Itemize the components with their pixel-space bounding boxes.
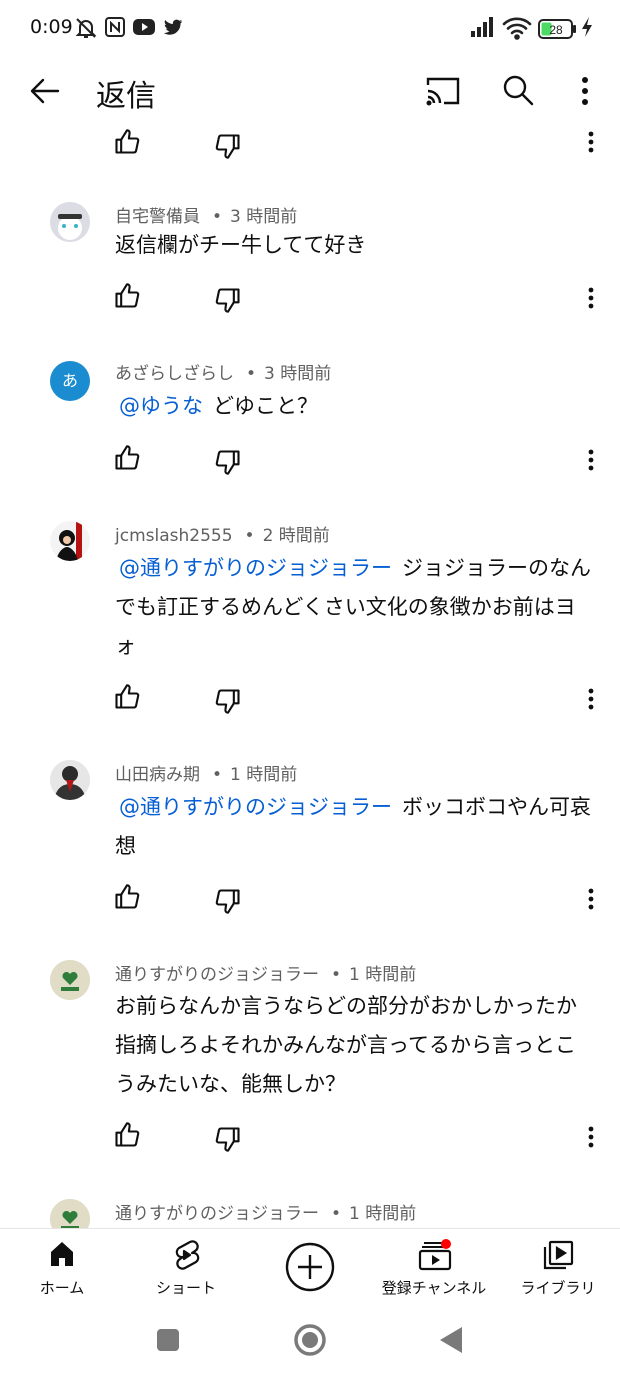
- dislike-button[interactable]: [214, 448, 242, 476]
- charging-icon: [580, 16, 594, 42]
- avatar[interactable]: [50, 1199, 90, 1228]
- cast-icon[interactable]: [424, 72, 462, 110]
- comment-body: どゆこと？: [213, 394, 318, 418]
- home-icon: [47, 1239, 77, 1273]
- comment-more-icon[interactable]: [578, 446, 604, 474]
- twitter-icon: [162, 16, 184, 42]
- nav-label: 登録チャンネル: [381, 1279, 487, 1297]
- avatar[interactable]: [50, 202, 90, 242]
- mention-link[interactable]: @通りすがりのジョジョラー: [119, 556, 392, 580]
- comment-author[interactable]: 通りすがりのジョジョラー: [115, 965, 319, 985]
- avatar[interactable]: あ: [50, 361, 90, 401]
- comment-author[interactable]: jcmslash2555: [115, 526, 233, 546]
- bottom-navigation: ホーム ショート 登録チャンネル ライブラリ: [0, 1228, 620, 1307]
- comment-time: 1 時間前: [349, 965, 417, 985]
- like-button[interactable]: [113, 128, 141, 156]
- comment-meta: 通りすがりのジョジョラー • 1 時間前: [115, 960, 416, 985]
- battery-icon: 28: [538, 18, 578, 44]
- comment-more-icon[interactable]: [578, 685, 604, 713]
- comment-author[interactable]: 通りすがりのジョジョラー: [115, 1204, 319, 1224]
- nav-create[interactable]: [248, 1229, 372, 1307]
- meta-separator: •: [212, 765, 223, 785]
- comment-more-icon[interactable]: [578, 128, 604, 156]
- signal-icon: [470, 16, 496, 42]
- nav-home[interactable]: ホーム: [0, 1229, 124, 1307]
- page-title: 返信: [96, 79, 156, 114]
- dislike-button[interactable]: [214, 286, 242, 314]
- comment-more-icon[interactable]: [578, 885, 604, 913]
- mention-link[interactable]: @通りすがりのジョジョラー: [119, 795, 392, 819]
- shorts-icon: [171, 1239, 201, 1275]
- nav-label: ライブラリ: [520, 1279, 596, 1297]
- comment-more-icon[interactable]: [578, 284, 604, 312]
- like-button[interactable]: [113, 282, 141, 310]
- notification-dot: [441, 1239, 451, 1249]
- meta-separator: •: [212, 207, 223, 227]
- back-button[interactable]: [438, 1325, 464, 1359]
- replies-list[interactable]: 自宅警備員 • 3 時間前 返信欄がチー牛してて好き あ あざらしざらし • 3 時間前…: [0, 124, 620, 1228]
- like-button[interactable]: [113, 1121, 141, 1149]
- like-button[interactable]: [113, 683, 141, 711]
- app-bar: 返信: [0, 58, 620, 124]
- comment-text: 返信欄がチー牛してて好き: [115, 226, 595, 265]
- meta-separator: •: [331, 1204, 342, 1224]
- comment-author[interactable]: 山田病み期: [115, 765, 200, 785]
- avatar[interactable]: [50, 960, 90, 1000]
- meta-separator: •: [331, 965, 342, 985]
- status-bar: 0:09 28: [0, 0, 620, 58]
- youtube-icon: [132, 16, 156, 42]
- nav-label: ショート: [155, 1279, 216, 1297]
- dislike-button[interactable]: [214, 1125, 242, 1153]
- comment-time: 3 時間前: [230, 207, 298, 227]
- comment-body: 返信欄がチー牛してて好き: [115, 233, 367, 257]
- mute-bell-icon: [74, 16, 98, 44]
- comment-time: 1 時間前: [230, 765, 298, 785]
- dislike-button[interactable]: [214, 887, 242, 915]
- comment-author[interactable]: 自宅警備員: [115, 207, 200, 227]
- comment-body: お前らなんか言うならどの部分がおかしかったか指摘しろよそれかみんなが言ってるから…: [115, 994, 577, 1096]
- meta-separator: •: [246, 364, 257, 384]
- status-time: 0:09: [30, 16, 73, 38]
- home-button[interactable]: [293, 1323, 327, 1361]
- nav-library[interactable]: ライブラリ: [496, 1229, 620, 1307]
- like-button[interactable]: [113, 883, 141, 911]
- dislike-button[interactable]: [214, 687, 242, 715]
- nav-subscriptions[interactable]: 登録チャンネル: [372, 1229, 496, 1307]
- avatar-letter: あ: [61, 371, 78, 390]
- meta-separator: •: [244, 526, 255, 546]
- battery-level: 28: [549, 23, 563, 37]
- system-navigation-bar: [0, 1306, 620, 1378]
- comment-meta: 自宅警備員 • 3 時間前: [115, 202, 297, 227]
- comment-time: 3 時間前: [264, 364, 332, 384]
- avatar[interactable]: [50, 760, 90, 800]
- comment-text: @通りすがりのジョジョラー ジョジョラーのなんでも訂正するめんどくさい文化の象徴か…: [115, 549, 595, 666]
- more-vert-icon[interactable]: [573, 72, 611, 110]
- wifi-icon: [502, 16, 532, 44]
- search-icon[interactable]: [500, 72, 538, 110]
- mention-link[interactable]: @ゆうな: [119, 394, 203, 418]
- comment-author[interactable]: あざらしざらし: [115, 364, 234, 384]
- comment-more-icon[interactable]: [578, 1123, 604, 1151]
- subscriptions-icon: [418, 1239, 452, 1275]
- like-button[interactable]: [113, 444, 141, 472]
- dislike-button[interactable]: [214, 132, 242, 160]
- create-icon: [285, 1242, 335, 1296]
- comment-meta: 通りすがりのジョジョラー • 1 時間前: [115, 1199, 416, 1224]
- comment-meta: あざらしざらし • 3 時間前: [115, 359, 331, 384]
- comment-text: @ゆうな どゆこと？: [115, 387, 595, 426]
- nav-label: ホーム: [39, 1279, 85, 1297]
- comment-text: @通りすがりのジョジョラー ボッコボコやん可哀想: [115, 788, 595, 866]
- comment-meta: 山田病み期 • 1 時間前: [115, 760, 297, 785]
- comment-time: 1 時間前: [349, 1204, 417, 1224]
- recents-button[interactable]: [156, 1328, 180, 1356]
- avatar[interactable]: [50, 521, 90, 561]
- comment-text: お前らなんか言うならどの部分がおかしかったか指摘しろよそれかみんなが言ってるから…: [115, 987, 595, 1104]
- nfc-icon: [104, 16, 126, 42]
- nav-shorts[interactable]: ショート: [124, 1229, 248, 1307]
- comment-time: 2 時間前: [262, 526, 330, 546]
- comment-meta: jcmslash2555 • 2 時間前: [115, 521, 330, 546]
- back-arrow-icon[interactable]: [28, 74, 62, 108]
- library-icon: [542, 1239, 574, 1275]
